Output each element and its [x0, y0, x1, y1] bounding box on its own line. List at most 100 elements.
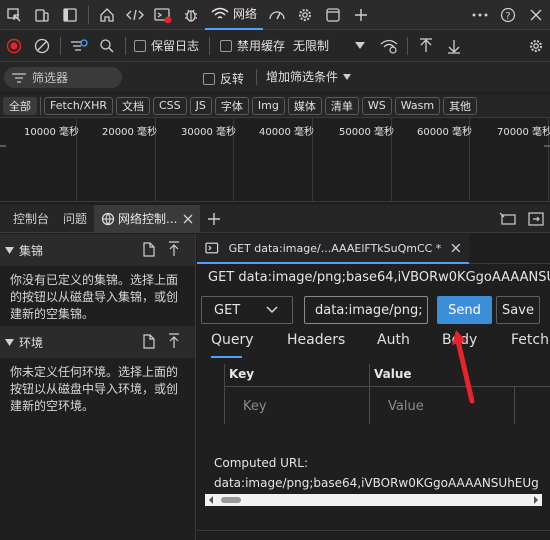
request-subtabs: Query Headers Auth Body Fetch: [197, 330, 550, 358]
key-input[interactable]: Key: [225, 386, 369, 424]
new-file-icon[interactable]: [143, 334, 155, 349]
add-tab-icon[interactable]: [347, 0, 375, 30]
close-devtools-icon[interactable]: [522, 0, 550, 30]
search-icon[interactable]: [93, 31, 121, 61]
tab-network-label: 网络: [233, 7, 258, 21]
timeline-marker: [544, 145, 550, 147]
caret-down-icon: [5, 246, 14, 254]
scrollbar-thumb[interactable]: [221, 497, 241, 503]
separator: [256, 69, 257, 85]
collections-sidebar: 集锦 你没有已定义的集锦。选择上面的按钮以从磁盘导入集锦，或创建新的空集锦。 环…: [0, 234, 196, 540]
close-drawer-icon[interactable]: [522, 204, 550, 234]
import-har-icon[interactable]: [412, 31, 440, 61]
settings-gear-icon[interactable]: [291, 0, 319, 30]
network-settings-gear-icon[interactable]: [522, 31, 550, 61]
filter-settings-icon[interactable]: [65, 31, 93, 61]
request-url-heading: GET data:image/png;base64,iVBORw0KGgoAAA…: [208, 270, 550, 285]
type-filter-manifest[interactable]: 清单: [324, 96, 359, 115]
separator: [88, 5, 89, 24]
inspect-icon[interactable]: [0, 0, 28, 30]
tab-auth[interactable]: Auth: [377, 332, 410, 348]
network-overview-timeline[interactable]: 10000 毫秒 20000 毫秒 30000 毫秒 40000 毫秒 5000…: [0, 118, 550, 202]
type-filter-doc[interactable]: 文档: [115, 96, 150, 115]
application-icon[interactable]: [319, 0, 347, 30]
type-filter-all[interactable]: 全部: [3, 96, 37, 115]
more-filters-dropdown[interactable]: 增加筛选条件: [266, 68, 352, 85]
drawer-tab-issues[interactable]: 问题: [56, 205, 94, 233]
filter-input[interactable]: 筛选器: [4, 67, 122, 88]
preserve-log-label: 保留日志: [151, 39, 200, 53]
type-filter-img[interactable]: Img: [251, 96, 285, 115]
import-icon[interactable]: [168, 333, 180, 349]
device-emulation-icon[interactable]: [28, 0, 56, 30]
new-file-icon[interactable]: [143, 242, 155, 257]
tab-fetch[interactable]: Fetch: [511, 332, 549, 348]
table-header-value: Value: [374, 367, 412, 381]
type-filter-ws[interactable]: WS: [361, 96, 392, 115]
request-tab-title: GET data:image/...AAAElFTkSuQmCC *: [228, 241, 442, 255]
type-filter-wasm[interactable]: Wasm: [394, 96, 441, 115]
url-input[interactable]: data:image/png;: [304, 296, 428, 324]
home-icon[interactable]: [93, 0, 121, 30]
dock-side-icon[interactable]: [56, 0, 84, 30]
collections-header[interactable]: 集锦: [0, 234, 195, 266]
network-conditions-icon[interactable]: [375, 31, 403, 61]
import-icon[interactable]: [168, 241, 180, 257]
drawer-tab-network-console[interactable]: 网络控制...: [94, 204, 201, 233]
performance-icon[interactable]: [263, 0, 291, 30]
invert-label: 反转: [220, 72, 245, 86]
chevron-down-icon: [266, 306, 278, 313]
type-filter-fetch-xhr[interactable]: Fetch/XHR: [44, 96, 113, 115]
scroll-right-icon[interactable]: [532, 496, 540, 504]
separator: [60, 36, 61, 55]
table-border: [514, 386, 515, 424]
timeline-tick-label: 40000 毫秒: [259, 127, 314, 138]
disable-cache-label: 禁用缓存: [237, 39, 286, 53]
request-tab[interactable]: GET data:image/...AAAElFTkSuQmCC *: [197, 234, 469, 264]
environments-empty-text: 你未定义任何环境。选择上面的按钮以从磁盘中导入环境，或创建新的空环境。: [10, 365, 179, 413]
clear-icon[interactable]: [28, 31, 56, 61]
caret-down-icon: [5, 338, 14, 346]
more-options-icon[interactable]: [466, 0, 494, 30]
save-button[interactable]: Save: [496, 296, 540, 324]
throttle-select[interactable]: 无限制: [293, 37, 366, 54]
record-stop-icon[interactable]: [0, 31, 28, 61]
add-drawer-tab-icon[interactable]: [200, 204, 228, 234]
request-tab-bar: GET data:image/...AAAElFTkSuQmCC *: [197, 234, 550, 264]
scroll-left-icon[interactable]: [207, 496, 215, 504]
type-filter-js[interactable]: JS: [189, 96, 212, 115]
tab-network[interactable]: 网络: [205, 0, 264, 30]
dock-drawer-icon[interactable]: [494, 204, 522, 234]
timeline-tick-label: 50000 毫秒: [339, 127, 394, 138]
elements-icon[interactable]: [121, 0, 149, 30]
export-har-icon[interactable]: [440, 31, 468, 61]
value-input[interactable]: Value: [370, 386, 514, 424]
tab-headers[interactable]: Headers: [287, 332, 345, 348]
close-icon[interactable]: [451, 243, 461, 253]
drawer-tab-console[interactable]: 控制台: [6, 205, 56, 233]
separator: [125, 36, 126, 55]
active-tab-underline: [211, 356, 242, 358]
type-filter-media[interactable]: 媒体: [287, 96, 322, 115]
help-icon[interactable]: ?: [494, 0, 522, 30]
collections-title: 集锦: [19, 243, 44, 258]
svg-text:?: ?: [505, 11, 510, 22]
disable-cache-checkbox[interactable]: 禁用缓存: [220, 37, 285, 54]
query-params-table: Key Value Key Value: [224, 364, 550, 424]
throttle-value: 无限制: [293, 39, 330, 53]
bug-icon[interactable]: [177, 0, 205, 30]
console-icon[interactable]: [149, 0, 177, 30]
timeline-tick-label: 60000 毫秒: [417, 127, 472, 138]
environments-header[interactable]: 环境: [0, 326, 195, 358]
drawer-tab-network-console-label: 网络控制...: [118, 212, 178, 226]
tab-query[interactable]: Query: [211, 332, 254, 348]
send-button[interactable]: Send: [437, 296, 492, 324]
type-filter-other[interactable]: 其他: [443, 96, 478, 115]
method-select[interactable]: GET: [201, 296, 293, 324]
horizontal-scrollbar[interactable]: [205, 494, 542, 506]
preserve-log-checkbox[interactable]: 保留日志: [134, 37, 199, 54]
close-icon[interactable]: [183, 214, 193, 224]
type-filter-css[interactable]: CSS: [152, 96, 187, 115]
invert-checkbox[interactable]: 反转: [203, 70, 244, 87]
type-filter-font[interactable]: 字体: [214, 96, 249, 115]
